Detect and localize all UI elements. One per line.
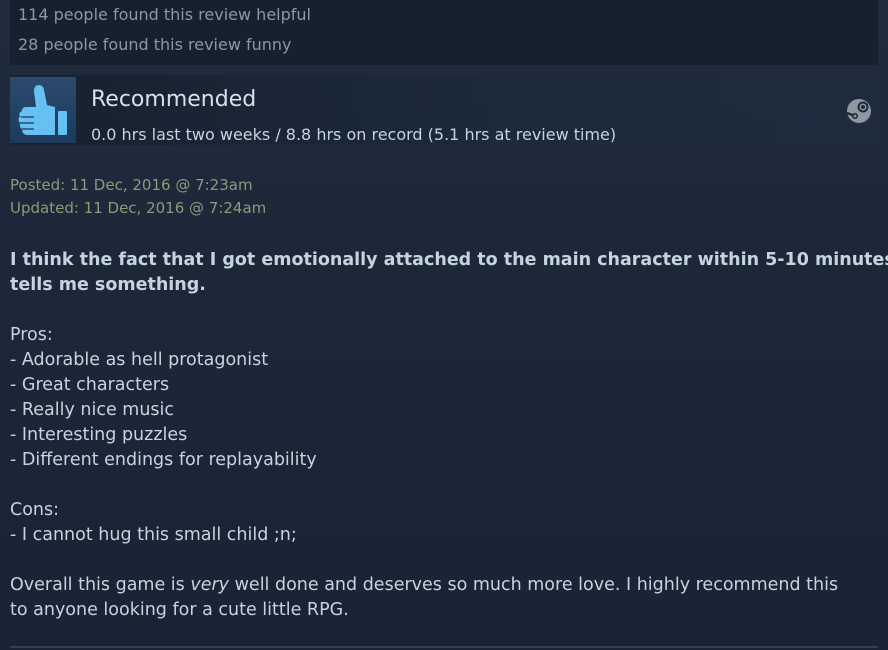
- cons-heading: Cons:: [10, 500, 60, 520]
- cons-section: Cons: - I cannot hug this small child ;n…: [10, 498, 878, 548]
- review-intro-line: tells me something.: [10, 275, 206, 295]
- review-intro-line: I think the fact that I got emotionally …: [10, 250, 888, 270]
- playtime-summary: 0.0 hrs last two weeks / 8.8 hrs on reco…: [91, 125, 617, 144]
- review-dates: Posted: 11 Dec, 2016 @ 7:23am Updated: 1…: [10, 174, 266, 220]
- pros-section: Pros: - Adorable as hell protagonist - G…: [10, 323, 878, 473]
- pros-item: - Interesting puzzles: [10, 425, 188, 445]
- helpful-count: 114 people found this review helpful: [18, 5, 311, 24]
- conclusion-text: Overall this game is: [10, 575, 191, 595]
- section-divider: [10, 646, 878, 648]
- conclusion-emphasis: very: [190, 575, 230, 595]
- updated-date: Updated: 11 Dec, 2016 @ 7:24am: [10, 199, 267, 217]
- thumbs-up-icon: [10, 77, 76, 143]
- conclusion-line: Overall this game is very well done and …: [10, 573, 878, 598]
- steam-icon[interactable]: [845, 97, 873, 125]
- pros-item: - Great characters: [10, 375, 170, 395]
- review-stats-box: 114 people found this review helpful 28 …: [10, 0, 878, 65]
- funny-count: 28 people found this review funny: [18, 35, 292, 54]
- pros-heading: Pros:: [10, 325, 53, 345]
- pros-item: - Adorable as hell protagonist: [10, 350, 269, 370]
- posted-date: Posted: 11 Dec, 2016 @ 7:23am: [10, 176, 253, 194]
- conclusion-line: to anyone looking for a cute little RPG.: [10, 600, 349, 620]
- review-body: I think the fact that I got emotionally …: [10, 248, 888, 648]
- pros-item: - Really nice music: [10, 400, 175, 420]
- review-conclusion: Overall this game is very well done and …: [10, 573, 878, 623]
- pros-item: - Different endings for replayability: [10, 450, 317, 470]
- review-header: Recommended 0.0 hrs last two weeks / 8.8…: [10, 75, 878, 145]
- cons-item: - I cannot hug this small child ;n;: [10, 525, 297, 545]
- review-verdict: Recommended: [91, 87, 257, 112]
- conclusion-text: well done and deserves so much more love…: [229, 575, 839, 595]
- review-intro: I think the fact that I got emotionally …: [10, 248, 888, 298]
